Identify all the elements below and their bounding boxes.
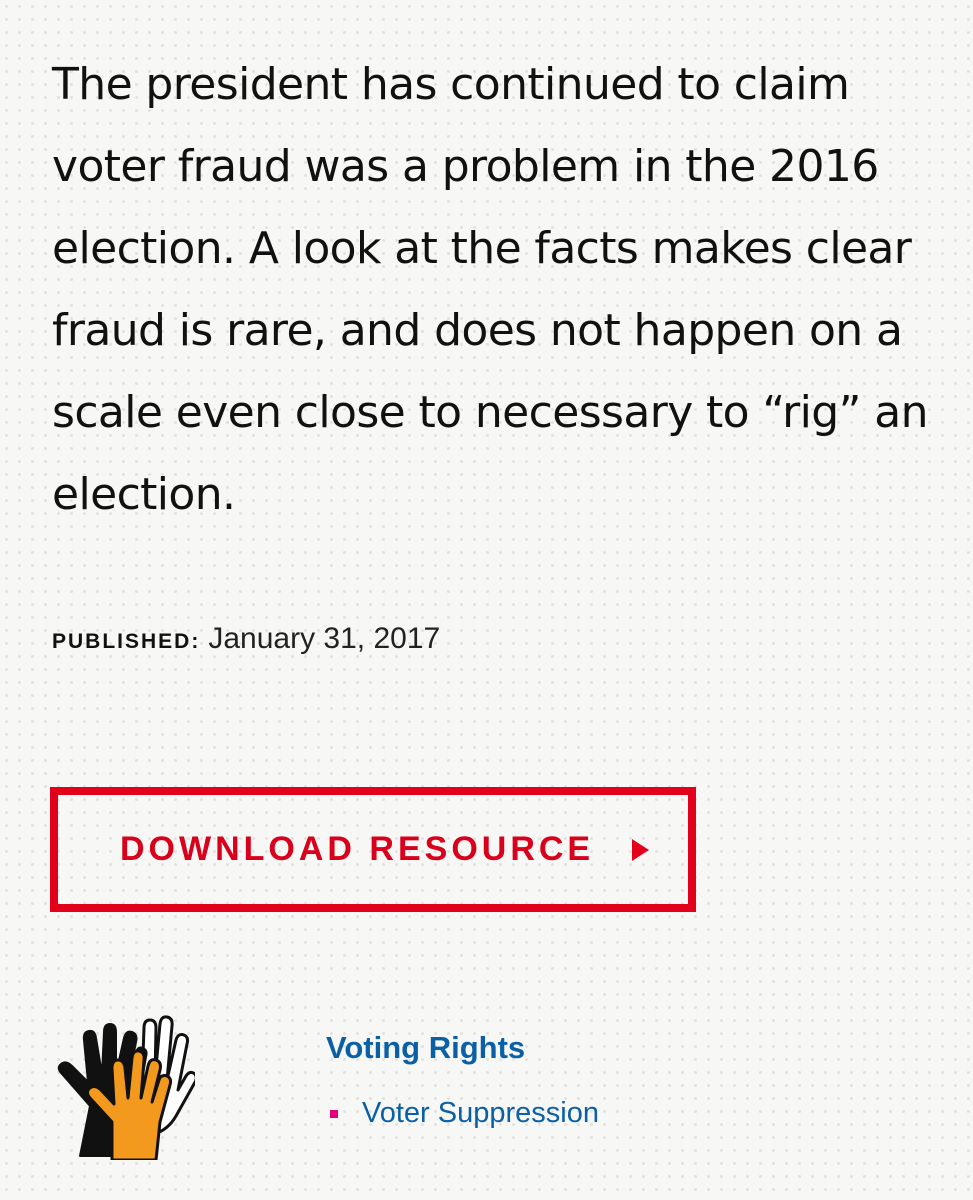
play-triangle-icon [632, 838, 650, 861]
bullet-icon [330, 1109, 338, 1118]
topic-heading-voting-rights[interactable]: Voting Rights [326, 1030, 525, 1066]
published-meta: Published: January 31, 2017 [52, 622, 440, 656]
article-summary: The president has continued to claim vot… [52, 59, 928, 520]
download-resource-button[interactable]: DOWNLOAD RESOURCE [50, 787, 696, 912]
raised-hands-icon [57, 1015, 195, 1160]
topic-link-voter-suppression[interactable]: Voter Suppression [362, 1097, 599, 1130]
published-label: Published: [52, 630, 201, 653]
download-resource-label: DOWNLOAD RESOURCE [120, 830, 595, 868]
published-date: January 31, 2017 [208, 622, 441, 655]
topic-item-voter-suppression: Voter Suppression [330, 1097, 599, 1130]
